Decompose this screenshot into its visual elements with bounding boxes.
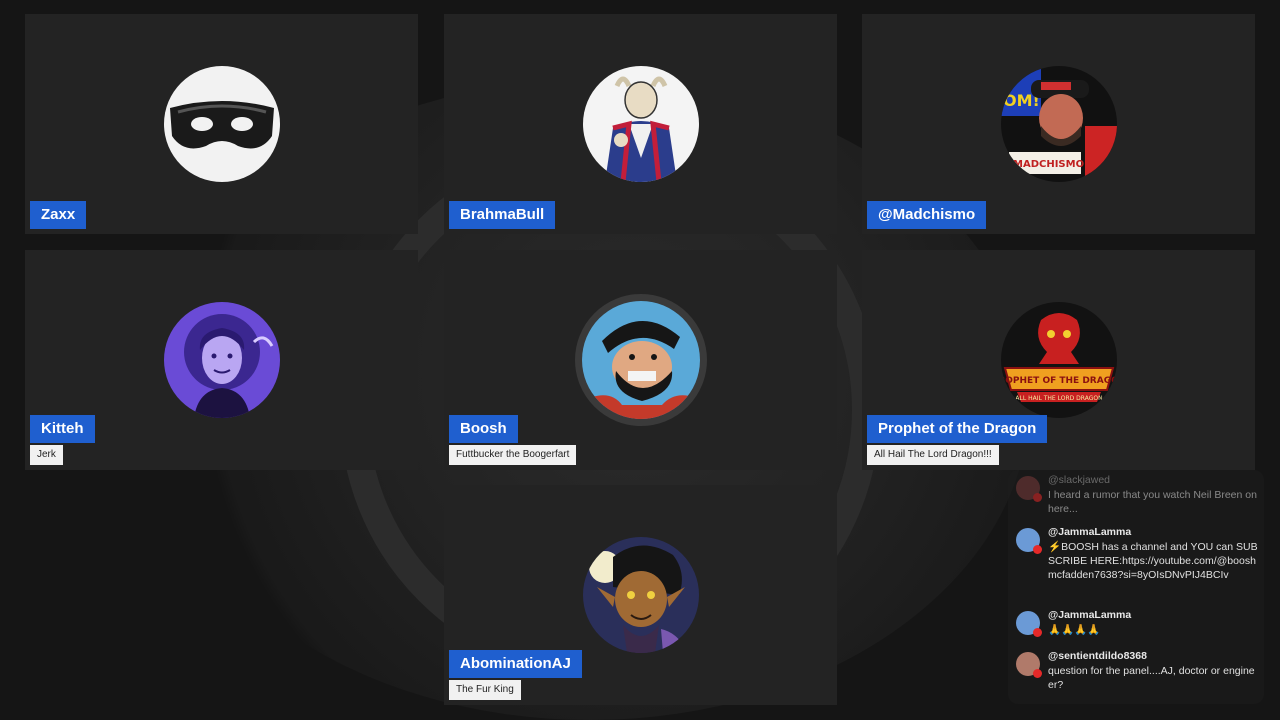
participant-name: Prophet of the Dragon — [867, 415, 1048, 443]
participant-tile-brahmabull[interactable]: BrahmaBull — [444, 14, 837, 234]
live-chat-panel[interactable]: @slackjawed I heard a rumor that you wat… — [1008, 470, 1264, 704]
red-dragon-logo-avatar: PROPHET OF THE DRAGON ALL HAIL THE LORD … — [1000, 302, 1117, 418]
participant-tile-kitteh[interactable]: Kitteh Jerk — [25, 250, 418, 470]
chat-avatar — [1016, 528, 1042, 554]
participant-subtitle: Jerk — [30, 445, 63, 465]
svg-text:PROPHET OF THE DRAGON: PROPHET OF THE DRAGON — [1001, 376, 1117, 386]
participant-subtitle: The Fur King — [449, 680, 521, 700]
participant-tile-boosh[interactable]: Boosh Futtbucker the Boogerfart — [444, 250, 837, 470]
purple-portrait-avatar — [163, 302, 280, 418]
participant-tile-prophet-of-the-dragon[interactable]: PROPHET OF THE DRAGON ALL HAIL THE LORD … — [862, 250, 1255, 470]
svg-text:ALL HAIL THE LORD DRAGON: ALL HAIL THE LORD DRAGON — [1015, 395, 1102, 402]
participant-tile-zaxx[interactable]: Zaxx — [25, 14, 418, 234]
participant-name: Boosh — [449, 415, 518, 443]
svg-text:MADCHISMO: MADCHISMO — [1013, 159, 1084, 170]
chat-handle: @JammaLamma — [1048, 526, 1132, 538]
black-mask-avatar — [163, 66, 280, 182]
chat-handle: @sentientdildo8368 — [1048, 650, 1147, 662]
participant-tile-madchismo[interactable]: OM! MADCHISMO @Madchismo — [862, 14, 1255, 234]
participant-subtitle: Futtbucker the Boogerfart — [449, 445, 577, 465]
participant-name: Kitteh — [30, 415, 95, 443]
chat-handle: @slackjawed — [1048, 474, 1111, 486]
chat-avatar — [1016, 652, 1042, 678]
chat-handle: @JammaLamma — [1048, 609, 1132, 621]
participant-name: BrahmaBull — [449, 201, 556, 229]
chat-text: 🙏🙏🙏🙏 — [1048, 624, 1101, 636]
chat-text: I heard a rumor that you watch Neil Bree… — [1048, 489, 1257, 515]
chat-avatar — [1016, 476, 1042, 502]
bull-in-robe-avatar — [582, 66, 699, 182]
chat-text: ⚡BOOSH has a channel and YOU can SUBSCRI… — [1048, 541, 1258, 581]
chat-avatar — [1016, 611, 1042, 637]
participant-name: @Madchismo — [867, 201, 987, 229]
cartoon-satyr-avatar — [582, 537, 699, 653]
chat-text: question for the panel....AJ, doctor or … — [1048, 665, 1255, 691]
participant-name: AbominationAJ — [449, 650, 582, 678]
madchismo-photo-avatar: OM! MADCHISMO — [1000, 66, 1117, 182]
participant-name: Zaxx — [30, 201, 87, 229]
participant-subtitle: All Hail The Lord Dragon!!! — [867, 445, 999, 465]
participant-tile-abominationaj[interactable]: AbominationAJ The Fur King — [444, 485, 837, 705]
cartoon-sailor-avatar — [574, 294, 707, 426]
